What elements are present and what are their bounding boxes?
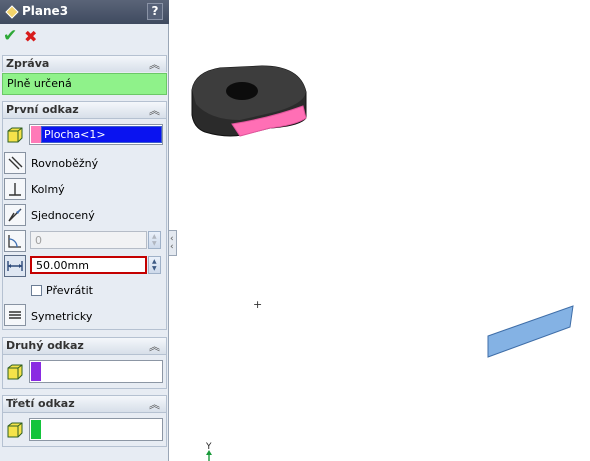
cursor-crosshair-icon: +	[253, 298, 263, 311]
part-model[interactable]	[191, 65, 307, 137]
y-axis-label: Y	[206, 442, 212, 452]
plane-preview[interactable]	[487, 305, 574, 358]
model-scene	[191, 65, 574, 461]
